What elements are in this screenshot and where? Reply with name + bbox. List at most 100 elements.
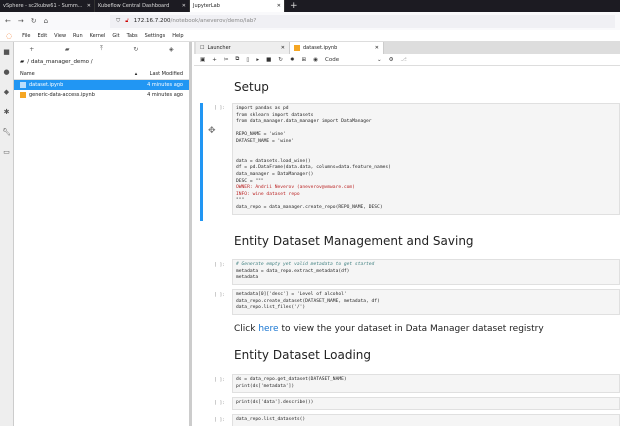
- active-cell-indicator: [200, 103, 203, 221]
- code-line: print(ds['data'].describe()): [236, 400, 314, 405]
- menu-help[interactable]: Help: [172, 33, 183, 39]
- folder-icon[interactable]: ■: [3, 48, 10, 56]
- close-icon[interactable]: ✕: [277, 3, 281, 9]
- code-line: df = pd.DataFrame(data.data, columns=dat…: [236, 165, 391, 171]
- code-line: import pandas as pd: [236, 106, 289, 111]
- code-line: metadata = data_repo.extract_metadata(df…: [236, 268, 350, 274]
- menu-git[interactable]: Git: [112, 33, 119, 39]
- code-line: INFO: wine dataset repo: [236, 191, 300, 197]
- url-input[interactable]: ⛉ 🔓︎ 172.16.7.200/notebook/aneverov/demo/l…: [110, 14, 615, 28]
- close-icon[interactable]: ✕: [281, 45, 285, 51]
- code-line: data_manager = DataManager(): [236, 171, 314, 177]
- stop-icon[interactable]: ■: [266, 57, 271, 63]
- browser-tab-jupyterlab[interactable]: JupyterLab ✕: [190, 0, 285, 12]
- code-cell-list-datasets[interactable]: data_repo.list_datasets(): [232, 414, 620, 426]
- run-icon[interactable]: ▸: [256, 57, 259, 63]
- column-last-modified[interactable]: Last Modified: [150, 71, 183, 77]
- address-bar-row: ← → ↻ ⌂ ⛉ 🔓︎ 172.16.7.200/notebook/aneverov/d…: [0, 12, 620, 30]
- notebook-content: Setup [ ]: ✥ import pandas as pd from skl…: [194, 68, 620, 426]
- code-cell-get-dataset[interactable]: ds = data_repo.get_dataset(DATASET_NAME)…: [232, 374, 620, 394]
- shield-icon: ⛉: [116, 17, 121, 24]
- add-cell-icon[interactable]: +: [212, 57, 217, 63]
- move-cursor-icon: ✥: [208, 126, 216, 136]
- menu-view[interactable]: View: [54, 33, 66, 39]
- cell-prompt: [ ]:: [214, 418, 226, 423]
- jupyter-logo-icon: ◌: [6, 31, 13, 40]
- cell-prompt: [ ]:: [214, 401, 226, 406]
- launcher-icon: ☐: [200, 45, 205, 51]
- file-item[interactable]: generic-data-access.ipynb 4 minutes ago: [14, 90, 189, 100]
- heading-setup: Setup: [234, 80, 269, 94]
- code-line: data_repo = data_manager.create_repo(REP…: [236, 204, 383, 210]
- main-area: ☐ Launcher ✕ dataset.ipynb ✕ ▣ + ✂ ⧉ ▯ ▸ ■ ↻ ✹ ⊞ ◉ Co…: [194, 42, 620, 426]
- file-item[interactable]: dataset.ipynb 4 minutes ago: [14, 80, 189, 90]
- here-link[interactable]: here: [258, 324, 278, 334]
- code-line: REPO_NAME = 'wine': [236, 132, 286, 138]
- copy-icon[interactable]: ⧉: [235, 56, 239, 63]
- home-icon[interactable]: ⌂: [44, 17, 48, 25]
- debug-icon[interactable]: ✹: [290, 57, 295, 63]
- cell-type-select[interactable]: Code: [325, 57, 370, 63]
- browser-tab-kubeflow[interactable]: Kubeflow Central Dashboard ✕: [95, 0, 190, 12]
- file-browser: + ▰ ⤒ ↻ ◈ ▰ / data_manager_demo / Name ▴ Last M…: [14, 42, 192, 426]
- sort-icon[interactable]: ▴: [135, 71, 138, 77]
- menu-run[interactable]: Run: [73, 33, 83, 39]
- tab-dataset-notebook[interactable]: dataset.ipynb ✕: [290, 42, 384, 54]
- restart-icon[interactable]: ↻: [278, 57, 283, 63]
- code-cell-describe[interactable]: print(ds['data'].describe()): [232, 397, 620, 410]
- running-icon[interactable]: ●: [3, 68, 9, 76]
- close-icon[interactable]: ✕: [182, 3, 186, 9]
- git-icon[interactable]: ◆: [4, 88, 9, 96]
- palette-icon[interactable]: ✱: [4, 108, 10, 116]
- git-clone-icon[interactable]: ◈: [169, 46, 174, 53]
- notebook-icon: [294, 45, 300, 51]
- paste-icon[interactable]: ▯: [246, 57, 249, 63]
- insecure-lock-icon: 🔓︎: [125, 17, 129, 24]
- menu-edit[interactable]: Edit: [37, 33, 47, 39]
- forward-icon[interactable]: →: [18, 17, 24, 25]
- eye-icon[interactable]: ◉: [313, 57, 318, 63]
- gear-icon[interactable]: ⚙: [389, 57, 394, 63]
- breadcrumb[interactable]: ▰ / data_manager_demo /: [14, 56, 189, 68]
- column-name[interactable]: Name: [20, 71, 35, 77]
- git-diff-icon[interactable]: ⎇: [401, 57, 407, 63]
- code-line: """: [236, 198, 245, 204]
- new-launcher-icon[interactable]: +: [29, 46, 34, 53]
- code-cell-create-dataset[interactable]: metadata[0]['desc'] = 'Level of alcohol'…: [232, 289, 620, 315]
- insert-icon[interactable]: ⊞: [302, 57, 307, 63]
- reload-icon[interactable]: ↻: [31, 17, 37, 25]
- new-folder-icon[interactable]: ▰: [65, 46, 70, 53]
- code-line: ds = data_repo.get_dataset(DATASET_NAME): [236, 377, 347, 382]
- browser-tab-vsphere[interactable]: vSphere - sc2kubw61 - Summ... ✕: [0, 0, 95, 12]
- tabs-icon[interactable]: ▭: [3, 148, 10, 156]
- close-icon[interactable]: ✕: [375, 45, 379, 51]
- tab-launcher[interactable]: ☐ Launcher ✕: [196, 42, 290, 54]
- save-icon[interactable]: ▣: [200, 57, 205, 63]
- cell-prompt: [ ]:: [214, 378, 226, 383]
- code-line: OWNER: Andrii Neverov (aneverov@vmware.c…: [236, 185, 355, 191]
- back-icon[interactable]: ←: [5, 17, 11, 25]
- wrench-icon[interactable]: 🔧︎: [2, 128, 11, 136]
- heading-management: Entity Dataset Management and Saving: [234, 234, 474, 248]
- cut-icon[interactable]: ✂: [224, 57, 229, 63]
- code-cell-setup[interactable]: import pandas as pd from sklearn import d…: [232, 103, 620, 215]
- menu-kernel[interactable]: Kernel: [90, 33, 106, 39]
- code-line: from data_manager.data_manager import Da…: [236, 119, 372, 125]
- code-line: data_repo.list_datasets(): [236, 417, 306, 422]
- close-icon[interactable]: ✕: [87, 3, 91, 9]
- left-sidebar: ■ ● ◆ ✱ 🔧︎ ▭: [0, 42, 14, 426]
- code-line: metadata[0]['desc'] = 'Level of alcohol': [236, 292, 347, 297]
- code-cell-metadata[interactable]: # Generate empty yet valid metadata to g…: [232, 259, 620, 285]
- cell-prompt: [ ]:: [214, 106, 226, 111]
- chevron-down-icon[interactable]: ⌄: [377, 57, 382, 63]
- menu-settings[interactable]: Settings: [145, 33, 166, 39]
- new-tab-button[interactable]: +: [285, 0, 303, 12]
- menu-file[interactable]: File: [22, 33, 30, 39]
- refresh-icon[interactable]: ↻: [133, 46, 138, 53]
- upload-icon[interactable]: ⤒: [100, 45, 103, 53]
- menu-tabs[interactable]: Tabs: [127, 33, 138, 39]
- file-list-header: Name ▴ Last Modified: [14, 68, 189, 80]
